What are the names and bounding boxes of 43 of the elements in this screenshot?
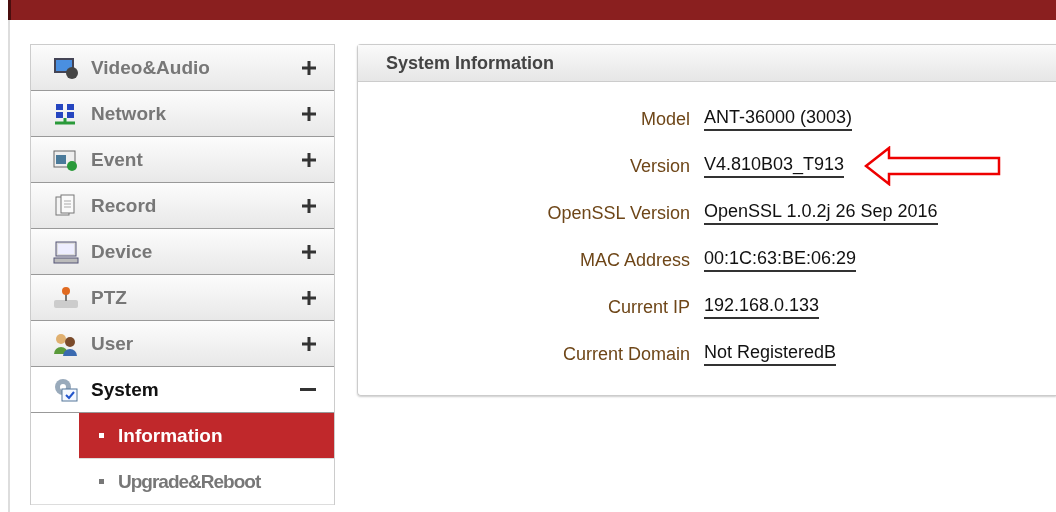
joystick-icon [53,285,79,310]
menu-label: PTZ [91,286,128,309]
panel-title: System Information [386,52,555,74]
monitor-camera-icon [53,55,79,80]
field-value: 192.168.0.133 [704,295,820,319]
menu-item[interactable]: Video&Audio [31,45,334,91]
field-label: Current IP [606,296,690,318]
menu-label: Event [91,148,144,171]
field-value: Not RegisteredB [704,342,837,366]
gear-window-icon [53,377,79,402]
field-value: OpenSSL 1.0.2j 26 Sep 2016 [704,201,938,225]
expand-icon [302,244,316,259]
expand-icon [302,106,316,121]
expand-icon [302,198,316,213]
menu-item[interactable]: Network [31,91,334,137]
menu-item[interactable]: Record [31,183,334,229]
menu-label: Record [91,194,158,217]
menu-label: Network [91,102,167,125]
field-label: Model [639,108,690,130]
expand-icon [302,336,316,351]
field-value: V4.810B03_T913 [704,154,845,178]
menu-item[interactable]: PTZ [31,275,334,321]
monitor-icon [53,239,79,264]
menu-item[interactable]: Device [31,229,334,275]
field-label: OpenSSL Version [546,202,690,224]
menu-item[interactable]: Event [31,137,334,183]
collapse-icon [300,387,316,392]
field-label: Current Domain [561,343,690,365]
screen-play-icon [53,147,79,172]
submenu-item[interactable]: Information [79,413,334,459]
users-icon [53,331,79,356]
menu-label: Device [91,240,154,263]
menu-label: User [91,332,135,355]
menu-label: System [91,378,160,401]
field-label: Version [628,155,690,177]
expand-icon [302,60,316,75]
menu-label: Video&Audio [91,56,211,79]
field-value: ANT-36000 (3003) [704,107,853,131]
expand-icon [302,290,316,305]
menu-item[interactable]: User [31,321,334,367]
field-label: MAC Address [578,249,690,271]
field-value: 00:1C:63:BE:06:29 [704,248,857,272]
expand-icon [302,152,316,167]
